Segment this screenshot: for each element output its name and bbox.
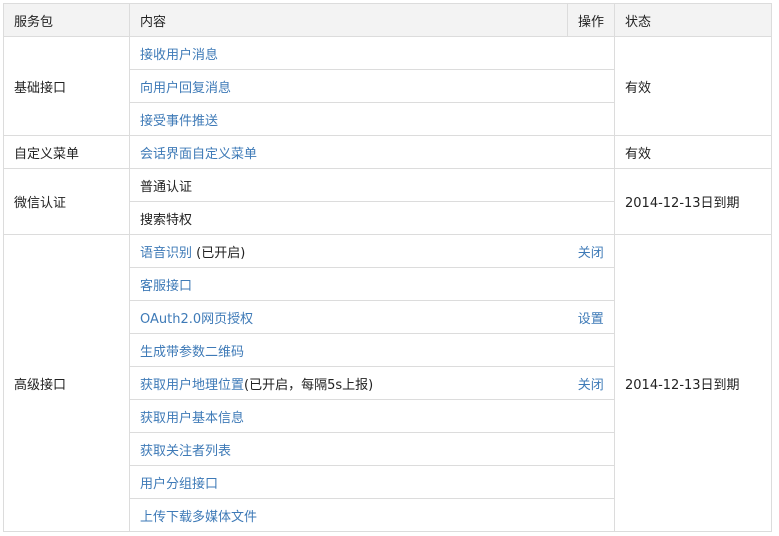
feature-status-note: (已开启，每隔5s上报) [244, 377, 374, 393]
feature-link[interactable]: 接受事件推送 [140, 114, 218, 129]
table-header-row: 服务包 内容 操作 状态 [3, 3, 772, 37]
operation-cell [567, 102, 615, 136]
content-cell: 客服接口 [129, 267, 568, 301]
package-status: 有效 [614, 135, 772, 169]
operation-link[interactable]: 关闭 [578, 378, 604, 393]
feature-link[interactable]: 会话界面自定义菜单 [140, 147, 257, 162]
content-cell: 上传下载多媒体文件 [129, 498, 568, 532]
feature-link[interactable]: 生成带参数二维码 [140, 345, 244, 360]
operation-cell [567, 333, 615, 367]
table-row: 自定义菜单 会话界面自定义菜单 有效 [3, 135, 772, 169]
operation-link[interactable]: 关闭 [578, 246, 604, 261]
content-cell: OAuth2.0网页授权 [129, 300, 568, 334]
operation-cell: 设置 [567, 300, 615, 334]
feature-link[interactable]: 上传下载多媒体文件 [140, 510, 257, 525]
content-cell: 用户分组接口 [129, 465, 568, 499]
package-name: 基础接口 [3, 36, 130, 136]
feature-status-note: (已开启) [192, 245, 246, 261]
table-row: 基础接口 接收用户消息 有效 [3, 36, 772, 136]
header-operation: 操作 [567, 3, 615, 37]
package-name: 微信认证 [3, 168, 130, 235]
feature-link[interactable]: 获取用户地理位置 [140, 378, 244, 393]
feature-link[interactable]: 接收用户消息 [140, 48, 218, 63]
content-cell: 获取关注者列表 [129, 432, 568, 466]
feature-link[interactable]: 获取用户基本信息 [140, 411, 244, 426]
header-content: 内容 [129, 3, 568, 37]
operation-cell [567, 267, 615, 301]
service-package-panel: 服务包 内容 操作 状态 基础接口 接收用户消息 有效 向用户回复消息 接受事件推送 自定… [3, 3, 772, 532]
header-status: 状态 [614, 3, 772, 37]
feature-link[interactable]: 客服接口 [140, 279, 192, 294]
content-cell: 生成带参数二维码 [129, 333, 568, 367]
operation-cell: 关闭 [567, 234, 615, 268]
operation-cell [567, 498, 615, 532]
operation-link[interactable]: 设置 [578, 312, 604, 327]
feature-label: 普通认证 [140, 179, 193, 195]
operation-cell [567, 201, 615, 235]
table-row: 高级接口 语音识别 (已开启) 关闭 2014-12-13日到期 [3, 234, 772, 532]
header-package: 服务包 [3, 3, 130, 37]
operation-cell [567, 399, 615, 433]
package-status: 有效 [614, 36, 772, 136]
feature-link[interactable]: OAuth2.0网页授权 [140, 312, 253, 327]
table-body: 基础接口 接收用户消息 有效 向用户回复消息 接受事件推送 自定义菜单 会话界面自定义菜单有… [3, 36, 772, 532]
content-cell: 语音识别 (已开启) [129, 234, 568, 268]
feature-link[interactable]: 语音识别 [140, 246, 192, 261]
service-package-table: 服务包 内容 操作 状态 基础接口 接收用户消息 有效 向用户回复消息 接受事件推送 自定… [3, 3, 772, 532]
package-status: 2014-12-13日到期 [614, 168, 772, 235]
content-cell: 接收用户消息 [129, 36, 568, 70]
feature-link[interactable]: 向用户回复消息 [140, 81, 231, 96]
operation-cell [567, 135, 615, 169]
operation-cell [567, 432, 615, 466]
content-cell: 向用户回复消息 [129, 69, 568, 103]
content-cell: 普通认证 [129, 168, 568, 202]
feature-link[interactable]: 用户分组接口 [140, 477, 218, 492]
content-cell: 获取用户地理位置(已开启，每隔5s上报) [129, 366, 568, 400]
feature-link[interactable]: 获取关注者列表 [140, 444, 231, 459]
package-name: 自定义菜单 [3, 135, 130, 169]
content-cell: 接受事件推送 [129, 102, 568, 136]
feature-label: 搜索特权 [140, 212, 193, 228]
table-row: 微信认证 普通认证 2014-12-13日到期 [3, 168, 772, 235]
content-cell: 获取用户基本信息 [129, 399, 568, 433]
content-cell: 会话界面自定义菜单 [129, 135, 568, 169]
content-cell: 搜索特权 [129, 201, 568, 235]
package-name: 高级接口 [3, 234, 130, 532]
package-status: 2014-12-13日到期 [614, 234, 772, 532]
operation-cell [567, 168, 615, 202]
operation-cell: 关闭 [567, 366, 615, 400]
operation-cell [567, 36, 615, 70]
operation-cell [567, 69, 615, 103]
operation-cell [567, 465, 615, 499]
